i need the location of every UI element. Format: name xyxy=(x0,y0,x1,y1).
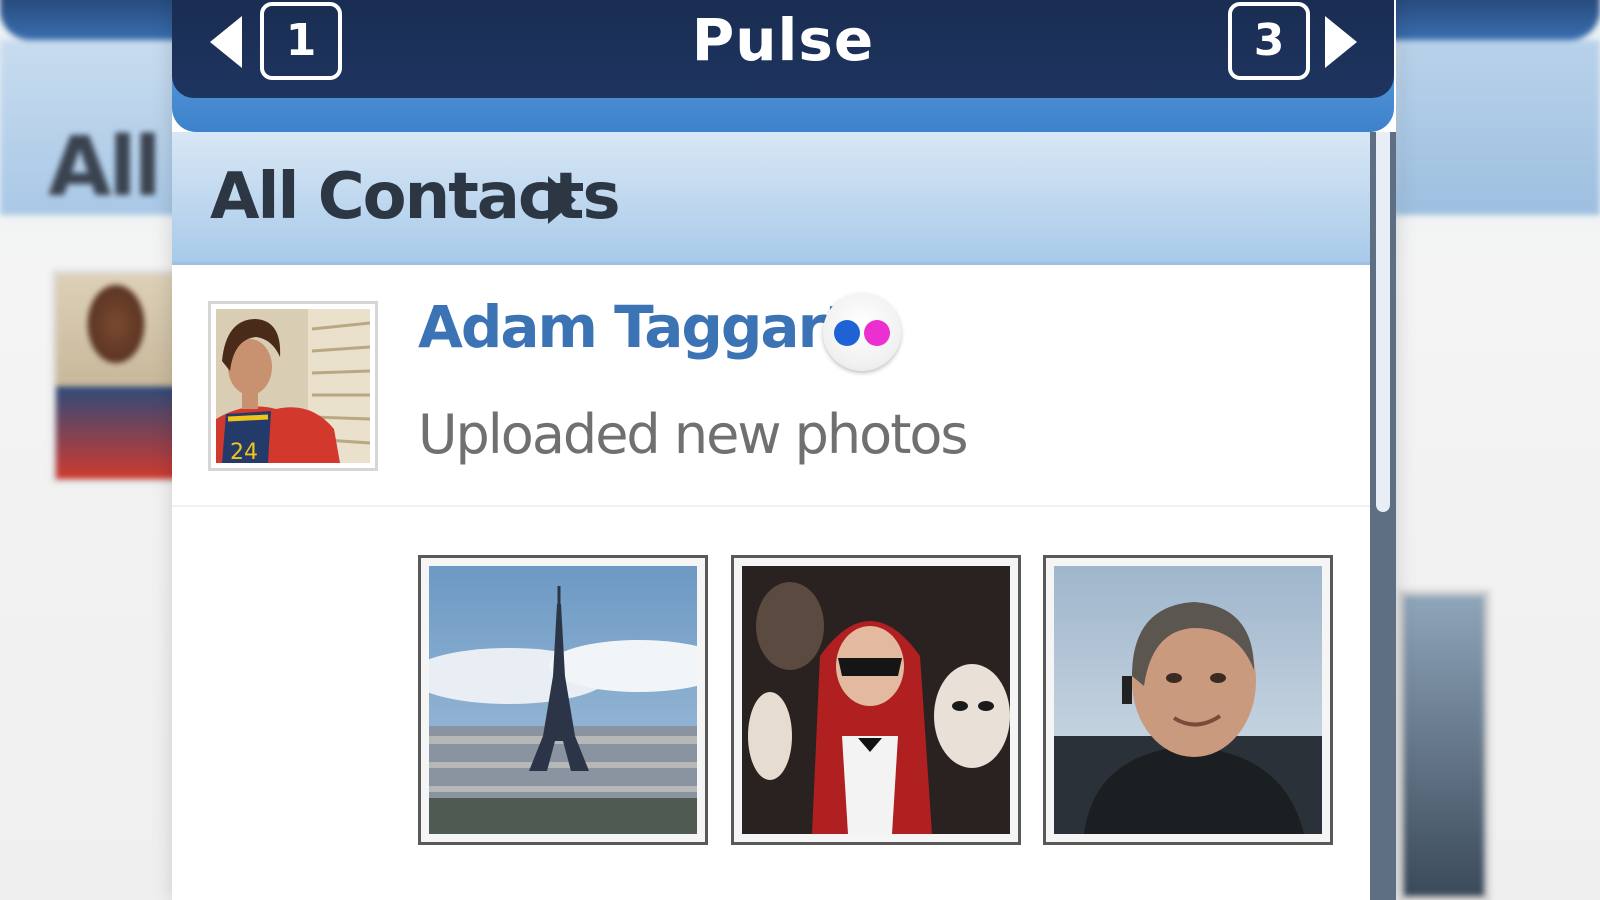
masquerade-costume-photo xyxy=(742,566,1010,834)
contact-name[interactable]: Adam Taggart xyxy=(418,293,852,361)
scrollbar-thumb[interactable] xyxy=(1376,132,1390,512)
avatar-image: 24 xyxy=(216,309,370,463)
background-photo xyxy=(1398,590,1490,900)
photo-thumbnail[interactable] xyxy=(1043,555,1333,845)
photo-thumbnail[interactable] xyxy=(731,555,1021,845)
person-avatar-icon: 24 xyxy=(216,309,370,463)
next-page-button[interactable]: 3 xyxy=(1228,2,1310,80)
svg-text:24: 24 xyxy=(230,440,258,463)
background-right-panel xyxy=(1400,40,1600,215)
app-title: Pulse xyxy=(691,6,875,74)
flickr-icon xyxy=(823,293,901,371)
titlebar-inner: 1 Pulse 3 xyxy=(172,0,1394,98)
eiffel-tower-photo xyxy=(429,566,697,834)
avatar[interactable]: 24 xyxy=(208,301,378,471)
photo-image xyxy=(1054,566,1322,834)
divider xyxy=(172,505,1370,507)
photo-image xyxy=(742,566,1010,834)
activity-status: Uploaded new photos xyxy=(418,403,969,466)
scrollbar[interactable] xyxy=(1370,132,1396,900)
photo-image xyxy=(429,566,697,834)
titlebar: 1 Pulse 3 xyxy=(172,0,1394,132)
feed-item[interactable]: 24 Adam Taggart Uploaded new photos xyxy=(172,265,1370,900)
screen: All C 1 Pulse 3 All Contacts 24 Adam Tag… xyxy=(0,0,1600,900)
chevron-right-icon xyxy=(548,176,576,224)
photo-thumbnail[interactable] xyxy=(418,555,708,845)
man-portrait-photo xyxy=(1054,566,1322,834)
flickr-blue-dot xyxy=(834,320,860,346)
contacts-filter-dropdown[interactable]: All Contacts xyxy=(172,132,1372,265)
flickr-pink-dot xyxy=(864,320,890,346)
next-feed-item-partial xyxy=(418,875,1318,900)
next-arrow-icon[interactable] xyxy=(1325,16,1357,68)
phone-screen: 1 Pulse 3 All Contacts 24 Adam Taggart U… xyxy=(172,0,1396,900)
